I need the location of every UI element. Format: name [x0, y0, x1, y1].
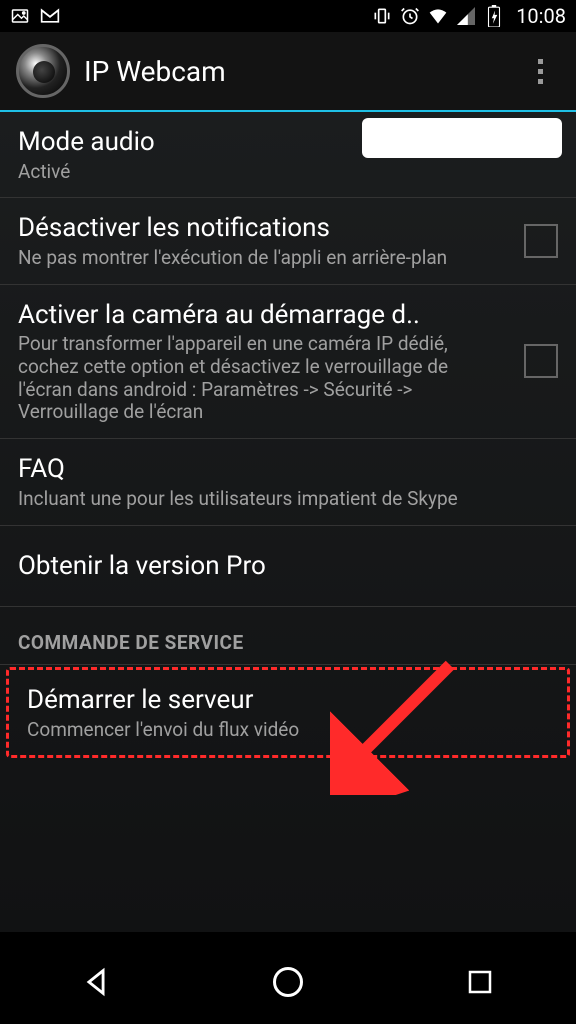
setting-title: FAQ	[18, 453, 558, 486]
wifi-icon	[428, 6, 448, 26]
setting-subtitle: Ne pas montrer l'exécution de l'appli en…	[18, 247, 504, 270]
annotation-highlight-box: Démarrer le serveur Commencer l'envoi du…	[6, 667, 570, 758]
overflow-menu-button[interactable]	[520, 51, 560, 91]
checkbox[interactable]	[524, 224, 558, 258]
navigation-bar	[0, 940, 576, 1024]
setting-faq[interactable]: FAQ Incluant une pour les utilisateurs i…	[0, 439, 576, 525]
setting-title: Obtenir la version Pro	[18, 550, 558, 583]
gmail-icon	[40, 6, 60, 26]
section-header-service: COMMANDE DE SERVICE	[0, 607, 576, 665]
nav-home-button[interactable]	[258, 952, 318, 1012]
white-overlay-artifact	[362, 118, 562, 158]
setting-title: Désactiver les notifications	[18, 212, 504, 245]
action-bar: IP Webcam	[0, 32, 576, 112]
battery-charging-icon	[484, 6, 504, 26]
setting-subtitle: Incluant une pour les utilisateurs impat…	[18, 488, 558, 511]
nav-back-button[interactable]	[66, 952, 126, 1012]
nav-recent-button[interactable]	[450, 952, 510, 1012]
signal-icon	[456, 6, 476, 26]
setting-disable-notifications[interactable]: Désactiver les notifications Ne pas mont…	[0, 198, 576, 284]
picture-icon	[10, 6, 30, 26]
app-icon	[16, 44, 70, 98]
vibrate-icon	[372, 6, 392, 26]
app-title: IP Webcam	[84, 55, 520, 88]
alarm-icon	[400, 6, 420, 26]
setting-title: Démarrer le serveur	[27, 684, 549, 717]
setting-subtitle: Pour transformer l'appareil en une camér…	[18, 333, 504, 424]
checkbox[interactable]	[524, 344, 558, 378]
setting-subtitle: Commencer l'envoi du flux vidéo	[27, 719, 549, 742]
status-clock: 10:08	[516, 4, 566, 28]
setting-get-pro[interactable]: Obtenir la version Pro	[0, 526, 576, 608]
setting-title: Activer la caméra au démarrage d..	[18, 299, 504, 332]
status-bar: 10:08	[0, 0, 576, 32]
setting-activate-camera-startup[interactable]: Activer la caméra au démarrage d.. Pour …	[0, 285, 576, 440]
setting-start-server[interactable]: Démarrer le serveur Commencer l'envoi du…	[9, 670, 567, 755]
setting-subtitle: Activé	[18, 161, 558, 184]
settings-list: Mode audio Activé Désactiver les notific…	[0, 112, 576, 932]
